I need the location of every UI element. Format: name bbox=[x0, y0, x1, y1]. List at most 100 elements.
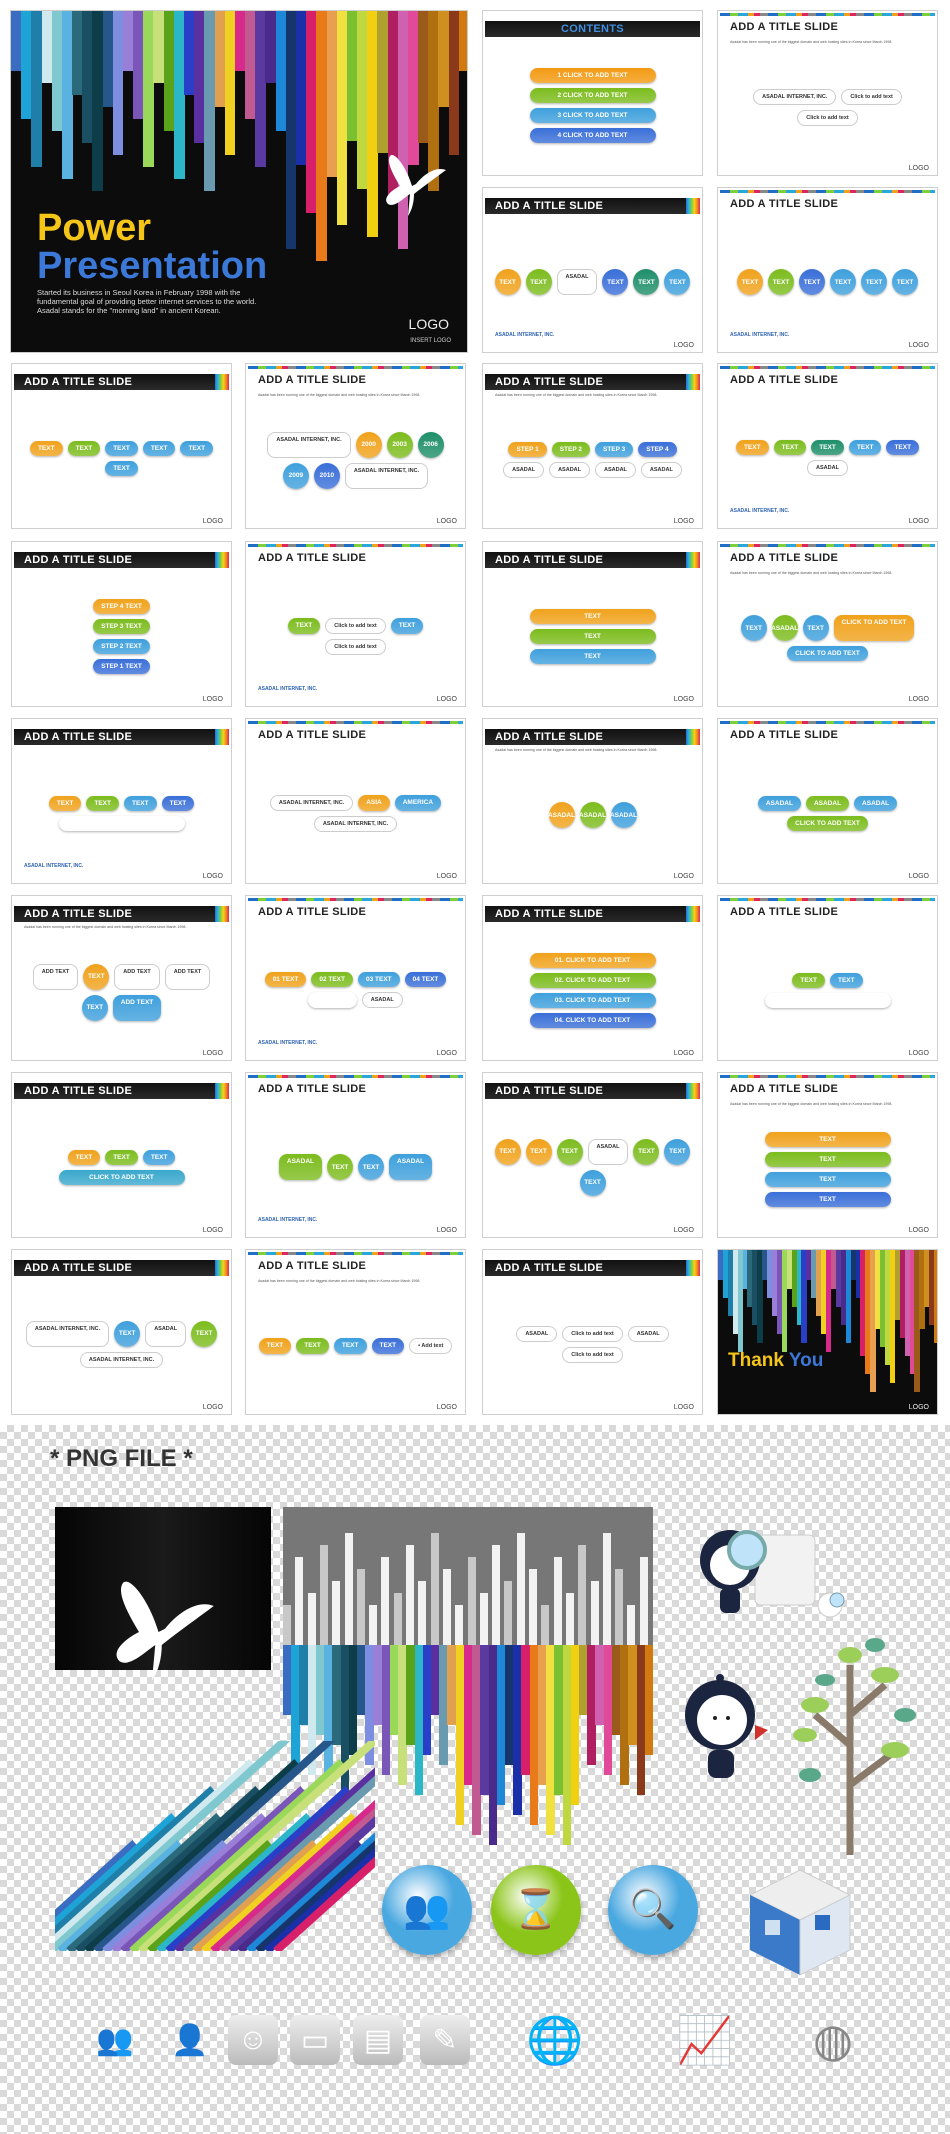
slide-thumbnail[interactable]: ADD A TITLE SLIDE Asadal has been running… bbox=[11, 895, 232, 1061]
slide-text-box[interactable]: ASIA bbox=[358, 794, 390, 811]
slide-text-box[interactable]: 2009 bbox=[282, 462, 309, 489]
slide-text-box[interactable]: ASADAL INTERNET, INC. bbox=[344, 462, 429, 489]
slide-text-box[interactable]: ASADAL bbox=[587, 1138, 629, 1165]
slide-text-box[interactable]: TEXT bbox=[67, 440, 101, 456]
slide-text-box[interactable]: TEXT bbox=[529, 608, 656, 624]
slide-thumbnail[interactable]: ADD A TITLE SLIDE Asadal has been running… bbox=[482, 363, 703, 529]
slide-thumbnail[interactable]: ADD A TITLE SLIDE TEXT TEXT CLICK TO ADD TE… bbox=[717, 895, 938, 1061]
slide-text-box[interactable]: TEXT bbox=[529, 648, 656, 664]
slide-thumbnail[interactable]: ADD A TITLE SLIDE ASADAL INTERNET, INC. TE… bbox=[11, 1249, 232, 1415]
slide-text-box[interactable]: STEP 4 bbox=[638, 442, 677, 457]
slide-text-box[interactable]: STEP 4 TEXT bbox=[93, 598, 150, 614]
slide-thumbnail[interactable]: ADD A TITLE SLIDE TEXT TEXT TEXT TEXT Click t… bbox=[11, 718, 232, 884]
slide-text-box[interactable]: TEXT bbox=[29, 440, 63, 456]
slide-text-box[interactable]: ADD TEXT bbox=[32, 963, 79, 990]
slide-text-box[interactable]: Click to add text bbox=[841, 88, 902, 105]
slide-text-box[interactable]: STEP 3 bbox=[595, 442, 634, 457]
slide-thumbnail[interactable]: ADD A TITLE SLIDE TEXT Click to add text TE… bbox=[245, 541, 466, 707]
slide-text-box[interactable]: TEXT bbox=[830, 269, 856, 295]
slide-text-box[interactable]: 04. CLICK TO ADD TEXT bbox=[529, 1012, 656, 1028]
slide-text-box[interactable]: TEXT bbox=[191, 1320, 218, 1347]
slide-text-box[interactable]: 03 TEXT bbox=[358, 972, 400, 987]
slide-text-box[interactable]: TEXT bbox=[327, 1154, 353, 1180]
slide-text-box[interactable]: TEXT bbox=[525, 1138, 552, 1165]
slide-text-box[interactable]: Click to add text bbox=[797, 109, 858, 126]
slide-text-box[interactable]: ASADAL bbox=[627, 1325, 669, 1342]
slide-thumbnail[interactable]: ADD A TITLE SLIDE TEXT TEXT TEXT ASADAL TEXT T… bbox=[482, 1072, 703, 1238]
slide-text-box[interactable]: TEXT bbox=[602, 269, 629, 295]
slide-text-box[interactable]: ASADAL INTERNET, INC. bbox=[313, 815, 398, 832]
slide-text-box[interactable]: ASADAL INTERNET, INC. bbox=[267, 431, 351, 458]
slide-text-box[interactable]: ASADAL bbox=[854, 795, 898, 811]
slide-text-box[interactable]: TEXT bbox=[494, 1138, 521, 1165]
slide-text-box[interactable]: CLICK TO ADD TEXT bbox=[833, 615, 915, 641]
slide-text-box[interactable]: TEXT bbox=[142, 440, 176, 456]
slide-text-box[interactable]: ASADAL bbox=[640, 462, 682, 478]
slide-text-box[interactable]: TEXT bbox=[830, 972, 863, 988]
slide-text-box[interactable]: TEXT bbox=[848, 440, 882, 455]
slide-text-box[interactable]: 02 TEXT bbox=[311, 972, 353, 987]
slide-text-box[interactable]: 01 TEXT bbox=[264, 972, 307, 987]
slide-text-box[interactable]: TEXT bbox=[764, 1171, 891, 1187]
slide-text-box[interactable]: ASADAL INTERNET, INC. bbox=[79, 1351, 164, 1368]
slide-text-box[interactable]: TEXT bbox=[792, 972, 825, 988]
slide-thumbnail[interactable]: ADD A TITLE SLIDE TEXT TEXT TEXT CLICK TO AD… bbox=[11, 1072, 232, 1238]
slide-text-box[interactable]: ASADAL bbox=[595, 462, 636, 478]
slide-text-box[interactable]: TEXT bbox=[764, 1191, 891, 1207]
slide-text-box[interactable]: ASADAL bbox=[579, 802, 606, 828]
slide-text-box[interactable]: TEXT bbox=[180, 440, 214, 456]
slide-text-box[interactable]: ADD TEXT bbox=[112, 994, 162, 1021]
slide-thumbnail[interactable]: ADD A TITLE SLIDE Asadal has been running… bbox=[245, 363, 466, 529]
slide-text-box[interactable]: 03. CLICK TO ADD TEXT bbox=[529, 992, 656, 1008]
slide-text-box[interactable]: TEXT bbox=[114, 1320, 141, 1347]
slide-text-box[interactable]: CLICK TO ADD TEXT bbox=[787, 815, 868, 831]
slide-thumbnail[interactable]: ADD A TITLE SLIDE Asadal has been running… bbox=[717, 10, 938, 176]
slide-text-box[interactable]: TEXT bbox=[83, 963, 110, 990]
slide-text-box[interactable]: TEXT bbox=[296, 1338, 329, 1354]
slide-text-box[interactable]: TEXT bbox=[67, 1149, 101, 1165]
slide-text-box[interactable]: TEXT bbox=[579, 1169, 606, 1196]
slide-text-box[interactable]: TEXT bbox=[105, 440, 138, 456]
slide-text-box[interactable]: STEP 3 TEXT bbox=[93, 618, 150, 634]
slide-text-box[interactable]: 02. CLICK TO ADD TEXT bbox=[529, 972, 656, 988]
slide-text-box[interactable]: 1 CLICK TO ADD TEXT bbox=[529, 67, 656, 83]
slide-text-box[interactable]: Click to add text bbox=[325, 617, 386, 634]
slide-text-box[interactable]: TEXT bbox=[773, 440, 807, 455]
slide-text-box[interactable]: 04 TEXT bbox=[404, 972, 447, 987]
slide-text-box[interactable]: ASADAL bbox=[389, 1154, 433, 1180]
slide-text-box[interactable]: TEXT bbox=[258, 1338, 292, 1354]
slide-text-box[interactable]: TEXT bbox=[494, 269, 521, 295]
slide-text-box[interactable]: ASADAL INTERNET, INC. bbox=[269, 794, 354, 811]
slide-text-box[interactable]: ASADAL INTERNET, INC. bbox=[25, 1320, 110, 1347]
slide-text-box[interactable]: TEXT bbox=[142, 1149, 176, 1165]
slide-text-box[interactable]: ASADAL bbox=[757, 795, 801, 811]
slide-text-box[interactable]: ASADAL bbox=[805, 795, 850, 811]
slide-thumbnail[interactable]: ADD A TITLE SLIDE STEP 4 TEXT STEP 3 TEXT S… bbox=[11, 541, 232, 707]
slide-text-box[interactable]: ASADAL bbox=[145, 1320, 187, 1347]
slide-text-box[interactable]: TEXT bbox=[886, 440, 920, 455]
slide-thumbnail[interactable]: ADD A TITLE SLIDE TEXT TEXT ASADAL TEXT TEXT T… bbox=[482, 187, 703, 353]
slide-text-box[interactable]: 2006 bbox=[417, 431, 444, 458]
slide-text-box[interactable]: 2000 bbox=[355, 431, 382, 458]
slide-text-box[interactable]: TEXT bbox=[556, 1138, 583, 1165]
slide-text-box[interactable]: ASADAL bbox=[771, 615, 798, 641]
slide-text-box[interactable]: TEXT bbox=[740, 615, 767, 641]
slide-text-box[interactable]: TEXT bbox=[287, 617, 321, 634]
slide-text-box[interactable]: ASADAL bbox=[361, 992, 403, 1008]
slide-text-box[interactable]: STEP 2 bbox=[551, 442, 590, 457]
slide-text-box[interactable]: TEXT bbox=[86, 795, 119, 811]
slide-text-box[interactable]: TEXT bbox=[48, 795, 82, 811]
slide-thumbnail[interactable]: ADD A TITLE SLIDE ASADAL ASADAL ASADAL CLICK… bbox=[717, 718, 938, 884]
slide-text-box[interactable]: CLICK TO ADD TEXT bbox=[787, 646, 868, 661]
slide-text-box[interactable]: 01. CLICK TO ADD TEXT bbox=[529, 952, 656, 968]
slide-text-box[interactable]: TEXT bbox=[371, 1338, 405, 1354]
slide-thumbnail[interactable]: ADD A TITLE SLIDE ASADAL INTERNET, INC. AS… bbox=[245, 718, 466, 884]
slide-thumbnail[interactable]: ADD A TITLE SLIDE 01. CLICK TO ADD TEXT 02… bbox=[482, 895, 703, 1061]
slide-text-box[interactable]: TEXT bbox=[105, 1149, 138, 1165]
slide-text-box[interactable]: 3 CLICK TO ADD TEXT bbox=[529, 107, 656, 123]
slide-text-box[interactable]: TEXT bbox=[633, 269, 660, 295]
slide-text-box[interactable]: ASADAL bbox=[556, 269, 598, 295]
slide-text-box[interactable]: TEXT bbox=[664, 269, 691, 295]
slide-text-box[interactable]: TEXT bbox=[811, 440, 844, 455]
slide-text-box[interactable]: ASADAL bbox=[503, 462, 545, 478]
